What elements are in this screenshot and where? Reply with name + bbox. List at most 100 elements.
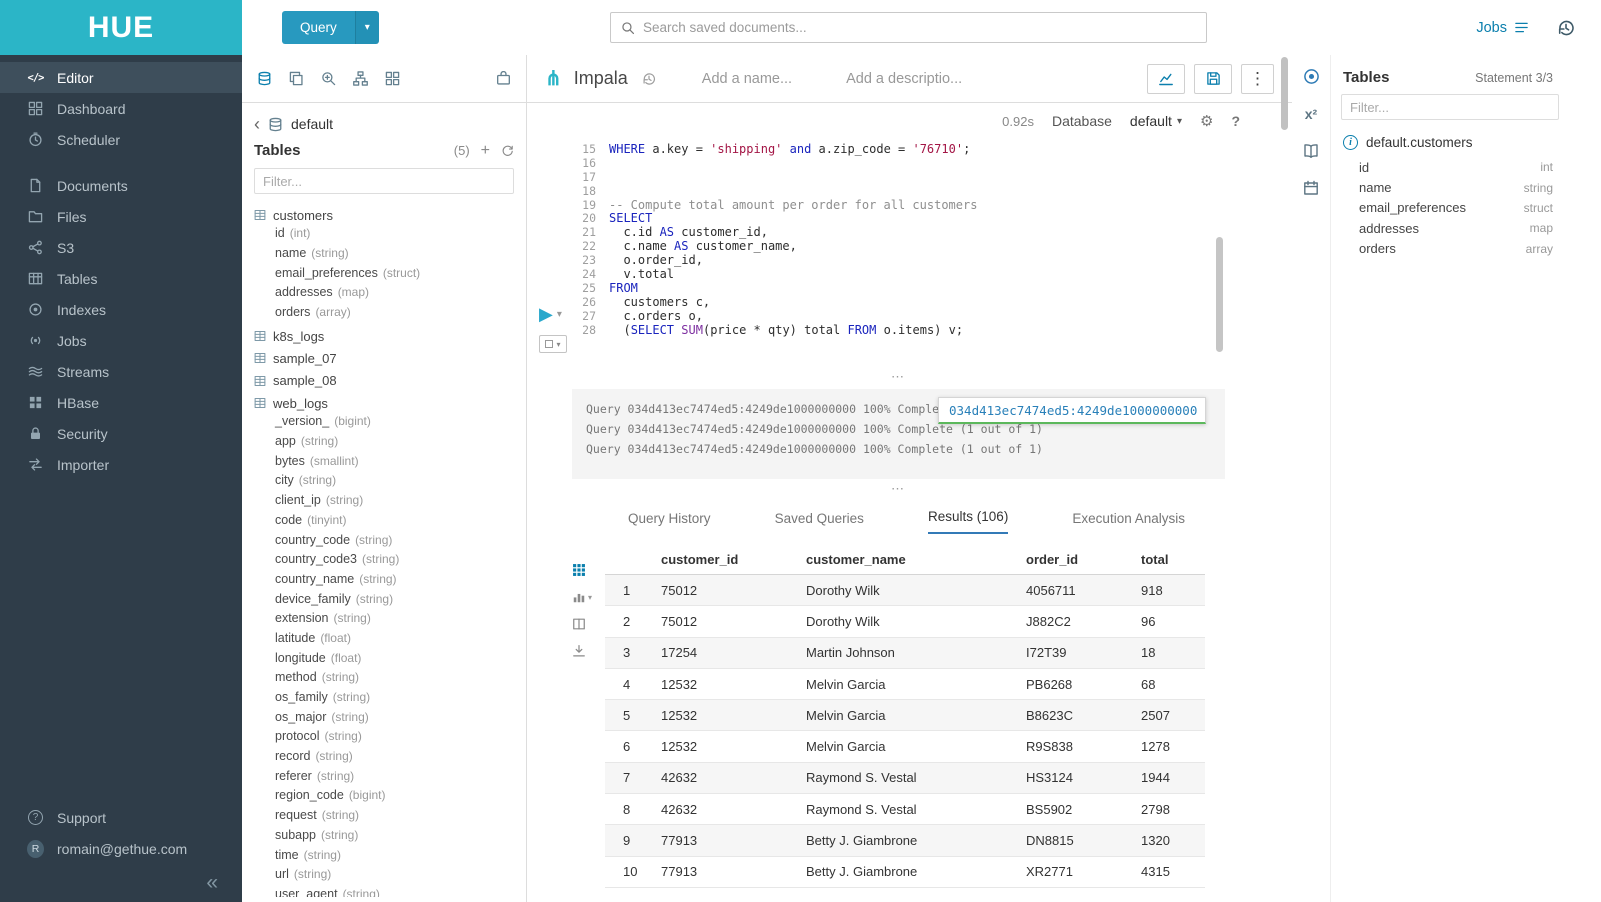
assist-column[interactable]: user_agent(string) <box>254 887 520 897</box>
code-line[interactable]: 22 c.name AS customer_name, <box>572 240 1222 254</box>
global-search-input[interactable] <box>643 20 1196 35</box>
right-column-name[interactable]: namestring <box>1359 177 1553 197</box>
active-table-name[interactable]: default.customers <box>1366 135 1473 150</box>
snippet-history-icon[interactable] <box>642 72 656 86</box>
results-grid-icon[interactable] <box>572 563 586 577</box>
assist-column[interactable]: method(string) <box>254 670 520 690</box>
hue-logo[interactable]: HUE <box>0 0 242 55</box>
assist-column[interactable]: request(string) <box>254 808 520 828</box>
tab-query-history[interactable]: Query History <box>628 511 711 534</box>
results-row[interactable]: 742632Raymond S. VestalHS31241944 <box>605 763 1205 794</box>
assist-table-web-logs[interactable]: web_logs <box>254 392 520 414</box>
query-history-icon[interactable] <box>1557 19 1575 37</box>
sidebar-collapse-button[interactable]: « <box>0 864 242 896</box>
results-chart-icon[interactable]: ▾ <box>572 590 592 604</box>
sidebar-item-editor[interactable]: </>Editor <box>0 62 242 93</box>
jobs-link[interactable]: Jobs <box>1476 20 1529 36</box>
columns-icon[interactable] <box>572 617 586 631</box>
assist-column[interactable]: email_preferences(struct) <box>254 266 520 286</box>
assist-column[interactable]: extension(string) <box>254 611 520 631</box>
chart-button[interactable] <box>1147 64 1185 94</box>
add-table-icon[interactable]: + <box>481 144 490 158</box>
assist-table-sample-08[interactable]: sample_08 <box>254 370 520 392</box>
right-column-orders[interactable]: ordersarray <box>1359 239 1553 259</box>
right-column-addresses[interactable]: addressesmap <box>1359 218 1553 238</box>
results-row[interactable]: 612532Melvin GarciaR9S8381278 <box>605 731 1205 762</box>
assist-column[interactable]: protocol(string) <box>254 729 520 749</box>
statement-selector-button[interactable]: ▾ <box>539 335 567 353</box>
code-line[interactable]: 25FROM <box>572 282 1222 296</box>
results-row[interactable]: 412532Melvin GarciaPB626868 <box>605 669 1205 700</box>
code-line[interactable]: 23 o.order_id, <box>572 254 1222 268</box>
code-line[interactable]: 16 <box>572 157 1222 171</box>
assist-column[interactable]: url(string) <box>254 867 520 887</box>
code-line[interactable]: 20SELECT <box>572 212 1222 226</box>
results-row[interactable]: 512532Melvin GarciaB8623C2507 <box>605 700 1205 731</box>
sidebar-item-tables[interactable]: Tables <box>0 263 242 294</box>
functions-icon[interactable]: x² <box>1305 106 1317 122</box>
assist-filter-input[interactable] <box>254 168 514 194</box>
query-name-field[interactable]: Add a name... <box>702 71 792 87</box>
results-row[interactable]: 317254Martin JohnsonI72T3918 <box>605 638 1205 669</box>
sidebar-item-support[interactable]: ? Support <box>0 802 242 833</box>
search-zoom-icon[interactable] <box>321 71 336 86</box>
settings-gear-icon[interactable]: ⚙ <box>1200 112 1213 130</box>
collections-bag-icon[interactable] <box>496 71 511 86</box>
assist-breadcrumb[interactable]: ‹ default <box>242 103 526 135</box>
resize-handle-bottom[interactable]: ⋯ <box>572 484 1225 496</box>
assist-column[interactable]: country_name(string) <box>254 572 520 592</box>
assist-table-k8s-logs[interactable]: k8s_logs <box>254 325 520 347</box>
schedule-icon[interactable] <box>1303 180 1319 196</box>
sidebar-item-security[interactable]: Security <box>0 418 242 449</box>
run-query-button[interactable]: ▶ <box>539 305 553 323</box>
sidebar-item-indexes[interactable]: Indexes <box>0 294 242 325</box>
tab-execution-analysis[interactable]: Execution Analysis <box>1072 511 1185 534</box>
assist-column[interactable]: bytes(smallint) <box>254 454 520 474</box>
sidebar-item-user[interactable]: R romain@gethue.com <box>0 833 242 864</box>
sidebar-item-s3[interactable]: S3 <box>0 232 242 263</box>
editor-scrollbar[interactable] <box>1216 237 1223 352</box>
assist-column[interactable]: id(int) <box>254 226 520 246</box>
assist-bullseye-icon[interactable] <box>1303 68 1320 85</box>
tab-saved-queries[interactable]: Saved Queries <box>775 511 864 534</box>
results-row[interactable]: 1077913Betty J. GiambroneXR27714315 <box>605 857 1205 888</box>
code-line[interactable]: 15WHERE a.key = 'shipping' and a.zip_cod… <box>572 143 1222 157</box>
databases-source-icon[interactable] <box>257 71 272 86</box>
assist-column[interactable]: record(string) <box>254 749 520 769</box>
sql-code-editor[interactable]: 15WHERE a.key = 'shipping' and a.zip_cod… <box>572 143 1222 337</box>
right-column-id[interactable]: idint <box>1359 157 1553 177</box>
code-line[interactable]: 28 (SELECT SUM(price * qty) total FROM o… <box>572 324 1222 338</box>
database-select[interactable]: default ▾ <box>1130 113 1182 129</box>
assist-column[interactable]: os_family(string) <box>254 690 520 710</box>
assist-column[interactable]: orders(array) <box>254 305 520 325</box>
results-row[interactable]: 842632Raymond S. VestalBS59022798 <box>605 794 1205 825</box>
apps-grid-icon[interactable] <box>385 71 400 86</box>
query-description-field[interactable]: Add a descriptio... <box>846 71 962 87</box>
refresh-icon[interactable] <box>501 144 514 157</box>
assist-column[interactable]: referer(string) <box>254 769 520 789</box>
results-row[interactable]: 275012Dorothy WilkJ882C296 <box>605 606 1205 637</box>
assist-column[interactable]: code(tinyint) <box>254 513 520 533</box>
assist-column[interactable]: subapp(string) <box>254 828 520 848</box>
sidebar-item-files[interactable]: Files <box>0 201 242 232</box>
new-query-label[interactable]: Query <box>282 11 355 44</box>
assist-column[interactable]: app(string) <box>254 434 520 454</box>
page-scrollbar[interactable] <box>1281 57 1288 130</box>
right-column-email-preferences[interactable]: email_preferencesstruct <box>1359 198 1553 218</box>
assist-column[interactable]: longitude(float) <box>254 651 520 671</box>
help-icon[interactable]: ? <box>1231 113 1240 129</box>
save-button[interactable] <box>1194 64 1232 94</box>
query-dropdown-caret[interactable]: ▾ <box>355 11 379 44</box>
code-line[interactable]: 18 <box>572 185 1222 199</box>
code-line[interactable]: 26 customers c, <box>572 296 1222 310</box>
sidebar-item-importer[interactable]: Importer <box>0 449 242 480</box>
documents-source-icon[interactable] <box>289 71 304 86</box>
results-row[interactable]: 175012Dorothy Wilk4056711918 <box>605 575 1205 606</box>
assist-column[interactable]: client_ip(string) <box>254 493 520 513</box>
assist-column[interactable]: country_code(string) <box>254 533 520 553</box>
sidebar-item-streams[interactable]: Streams <box>0 356 242 387</box>
code-line[interactable]: 19-- Compute total amount per order for … <box>572 199 1222 213</box>
new-query-button[interactable]: Query ▾ <box>282 11 379 44</box>
right-panel-filter-input[interactable] <box>1341 94 1559 120</box>
resize-handle-top[interactable]: ⋯ <box>572 372 1225 384</box>
